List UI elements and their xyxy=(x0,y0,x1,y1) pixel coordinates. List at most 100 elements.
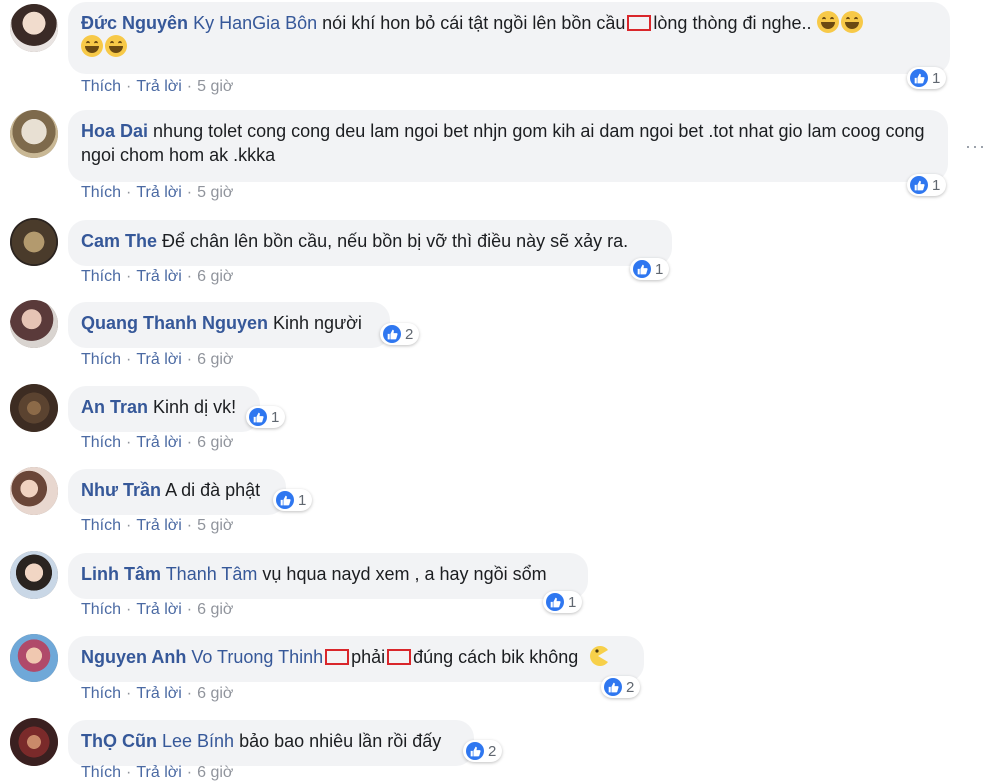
comment-author[interactable]: Quang Thanh Nguyen xyxy=(81,313,268,333)
like-link[interactable]: Thích xyxy=(81,78,121,95)
comment-actions: Thích · Trả lời · 6 giờ xyxy=(81,764,234,781)
comment-text: Kinh người xyxy=(273,313,362,333)
timestamp[interactable]: 6 giờ xyxy=(197,685,233,702)
avatar[interactable] xyxy=(10,634,58,682)
like-reaction-icon xyxy=(633,260,651,278)
comment-mention[interactable]: Vo Truong Thinh xyxy=(191,647,323,667)
comment-text: nhung tolet cong cong deu lam ngoi bet n… xyxy=(81,121,925,165)
pacman-emoji-icon xyxy=(590,646,609,666)
laughing-emoji-icon xyxy=(816,11,839,33)
comment-bubble: An Tran Kinh dị vk! xyxy=(68,386,260,432)
unsupported-glyph-icon xyxy=(387,649,412,665)
reaction-count[interactable]: 2 xyxy=(601,676,641,698)
timestamp[interactable]: 6 giờ xyxy=(197,351,233,368)
reaction-number: 1 xyxy=(568,593,577,611)
unsupported-glyph-icon xyxy=(627,15,652,31)
comment-text: đúng cách bik không xyxy=(413,647,579,667)
reaction-number: 1 xyxy=(932,69,941,87)
comment-actions: Thích · Trả lời · 6 giờ xyxy=(81,351,234,368)
more-options-icon[interactable]: ··· xyxy=(965,136,986,157)
reply-link[interactable]: Trả lời xyxy=(136,78,181,95)
avatar[interactable] xyxy=(10,718,58,766)
comment-text: Kinh dị vk! xyxy=(153,397,237,417)
avatar[interactable] xyxy=(10,467,58,515)
comment-author[interactable]: Hoa Dai xyxy=(81,121,148,141)
comment-author[interactable]: Cam The xyxy=(81,231,157,251)
like-link[interactable]: Thích xyxy=(81,601,121,618)
comment-bubble: ThỌ Cũn Lee Bính bảo bao nhiêu lần rồi đ… xyxy=(68,720,474,766)
reaction-number: 2 xyxy=(626,678,635,696)
comment-bubble: Cam The Để chân lên bồn cầu, nếu bồn bị … xyxy=(68,220,672,266)
comment-text: Để chân lên bồn cầu, nếu bồn bị vỡ thì đ… xyxy=(162,231,629,251)
comment-mention[interactable]: Lee Bính xyxy=(162,731,234,751)
reply-link[interactable]: Trả lời xyxy=(136,601,181,618)
reaction-count[interactable]: 1 xyxy=(907,174,947,196)
avatar[interactable] xyxy=(10,551,58,599)
comment-author[interactable]: ThỌ Cũn xyxy=(81,731,157,751)
reaction-count[interactable]: 2 xyxy=(463,740,503,762)
timestamp[interactable]: 5 giờ xyxy=(197,184,233,201)
comment-bubble: Đức Nguyên Ky HanGia Bôn nói khí hon bỏ … xyxy=(68,2,950,74)
comment-actions: Thích · Trả lời · 6 giờ xyxy=(81,601,234,618)
like-link[interactable]: Thích xyxy=(81,184,121,201)
reaction-count[interactable]: 2 xyxy=(380,323,420,345)
avatar[interactable] xyxy=(10,4,58,52)
like-link[interactable]: Thích xyxy=(81,268,121,285)
like-reaction-icon xyxy=(910,176,928,194)
like-link[interactable]: Thích xyxy=(81,685,121,702)
reaction-count[interactable]: 1 xyxy=(630,258,670,280)
reaction-count[interactable]: 1 xyxy=(246,406,286,428)
avatar[interactable] xyxy=(10,300,58,348)
like-link[interactable]: Thích xyxy=(81,434,121,451)
unsupported-glyph-icon xyxy=(325,649,350,665)
reaction-count[interactable]: 1 xyxy=(907,67,947,89)
comment-author[interactable]: Như Trần xyxy=(81,480,161,500)
reply-link[interactable]: Trả lời xyxy=(136,434,181,451)
reaction-count[interactable]: 1 xyxy=(543,591,583,613)
like-reaction-icon xyxy=(249,408,267,426)
comment-author[interactable]: Linh Tâm xyxy=(81,564,161,584)
comment-author[interactable]: An Tran xyxy=(81,397,148,417)
comment-actions: Thích · Trả lời · 5 giờ xyxy=(81,184,234,201)
like-link[interactable]: Thích xyxy=(81,517,121,534)
comment-text: bảo bao nhiêu lần rồi đấy xyxy=(239,731,442,751)
reaction-count[interactable]: 1 xyxy=(273,489,313,511)
reply-link[interactable]: Trả lời xyxy=(136,351,181,368)
timestamp[interactable]: 6 giờ xyxy=(197,268,233,285)
comment-actions: Thích · Trả lời · 5 giờ xyxy=(81,517,234,534)
like-reaction-icon xyxy=(383,325,401,343)
comment-bubble: Quang Thanh Nguyen Kinh người xyxy=(68,302,390,348)
reaction-number: 1 xyxy=(271,408,280,426)
comment-bubble: Nguyen Anh Vo Truong Thinh phải đúng cách … xyxy=(68,636,644,682)
comment-author[interactable]: Nguyen Anh xyxy=(81,647,186,667)
reaction-number: 2 xyxy=(405,325,414,343)
timestamp[interactable]: 5 giờ xyxy=(197,78,233,95)
comment-actions: Thích · Trả lời · 6 giờ xyxy=(81,268,234,285)
reply-link[interactable]: Trả lời xyxy=(136,184,181,201)
like-reaction-icon xyxy=(604,678,622,696)
timestamp[interactable]: 6 giờ xyxy=(197,434,233,451)
reply-link[interactable]: Trả lời xyxy=(136,685,181,702)
comment-author[interactable]: Đức Nguyên xyxy=(81,13,188,33)
reply-link[interactable]: Trả lời xyxy=(136,517,181,534)
reaction-number: 1 xyxy=(655,260,664,278)
reaction-number: 1 xyxy=(932,176,941,194)
comment-text: nói khí hon bỏ cái tật ngồi lên bồn cầu xyxy=(322,13,626,33)
avatar[interactable] xyxy=(10,218,58,266)
laughing-emoji-icon xyxy=(81,35,103,57)
comment-mention[interactable]: Ky HanGia Bôn xyxy=(193,13,317,33)
comment-actions: Thích · Trả lời · 6 giờ xyxy=(81,434,234,451)
comment-mention[interactable]: Thanh Tâm xyxy=(166,564,258,584)
avatar[interactable] xyxy=(10,110,58,158)
timestamp[interactable]: 5 giờ xyxy=(197,517,233,534)
comment-bubble: Linh Tâm Thanh Tâm vụ hqua nayd xem , a … xyxy=(68,553,588,599)
laughing-emoji-icon xyxy=(105,35,127,57)
comment-actions: Thích · Trả lời · 6 giờ xyxy=(81,685,234,702)
like-reaction-icon xyxy=(546,593,564,611)
avatar[interactable] xyxy=(10,384,58,432)
timestamp[interactable]: 6 giờ xyxy=(197,601,233,618)
comment-bubble: Hoa Dai nhung tolet cong cong deu lam ng… xyxy=(68,110,948,182)
like-link[interactable]: Thích xyxy=(81,351,121,368)
comment-text: lòng thòng đi nghe.. xyxy=(653,13,812,33)
reply-link[interactable]: Trả lời xyxy=(136,268,181,285)
